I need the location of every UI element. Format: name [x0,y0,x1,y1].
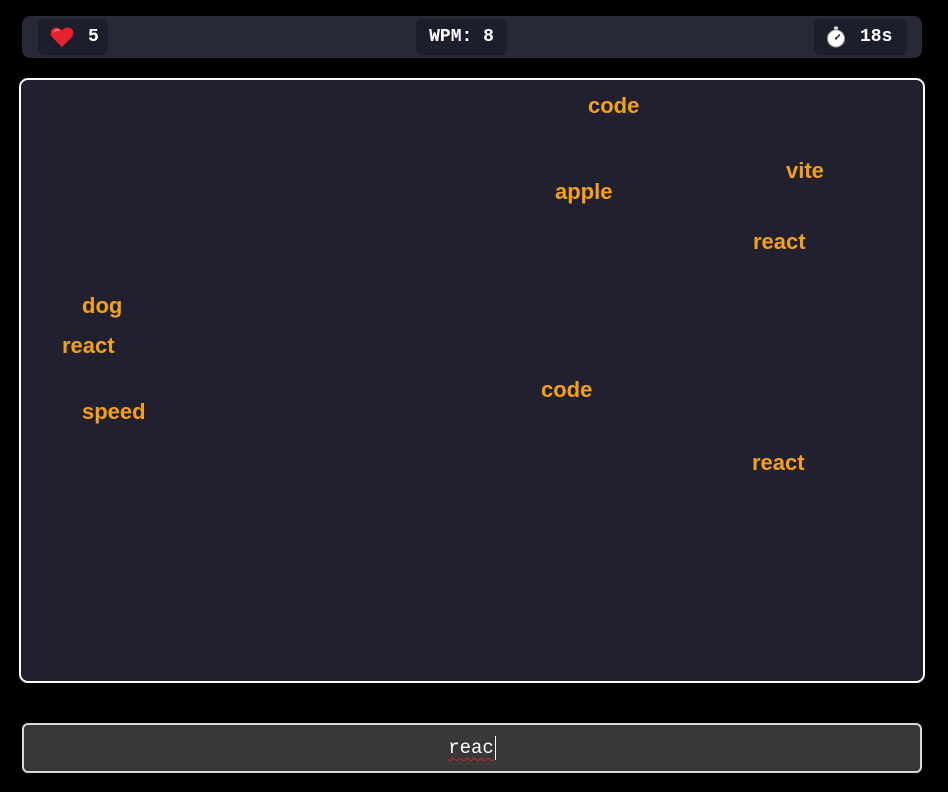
typing-input[interactable]: reac [22,723,922,773]
heart-icon [50,27,74,47]
wpm-value: WPM: 8 [429,27,494,47]
game-board: code vite apple react dog react code spe… [19,78,925,683]
timer-counter: 18s [814,19,907,55]
lives-counter: 5 [38,19,108,55]
timer-value: 18s [860,27,893,47]
wpm-counter: WPM: 8 [416,19,507,55]
falling-word: speed [82,399,146,424]
stopwatch-icon [827,26,845,48]
falling-word: dog [82,293,123,318]
lives-value: 5 [88,27,99,47]
falling-word: react [753,229,806,254]
falling-word: react [62,333,115,358]
falling-word: code [541,377,593,402]
falling-word: code [588,93,640,118]
hud-bar: 5 WPM: 8 18s [22,16,922,58]
falling-word: vite [786,158,824,183]
typed-text: reac [448,737,494,759]
text-caret [494,736,496,760]
falling-word: apple [555,179,613,204]
falling-word: react [752,450,805,475]
